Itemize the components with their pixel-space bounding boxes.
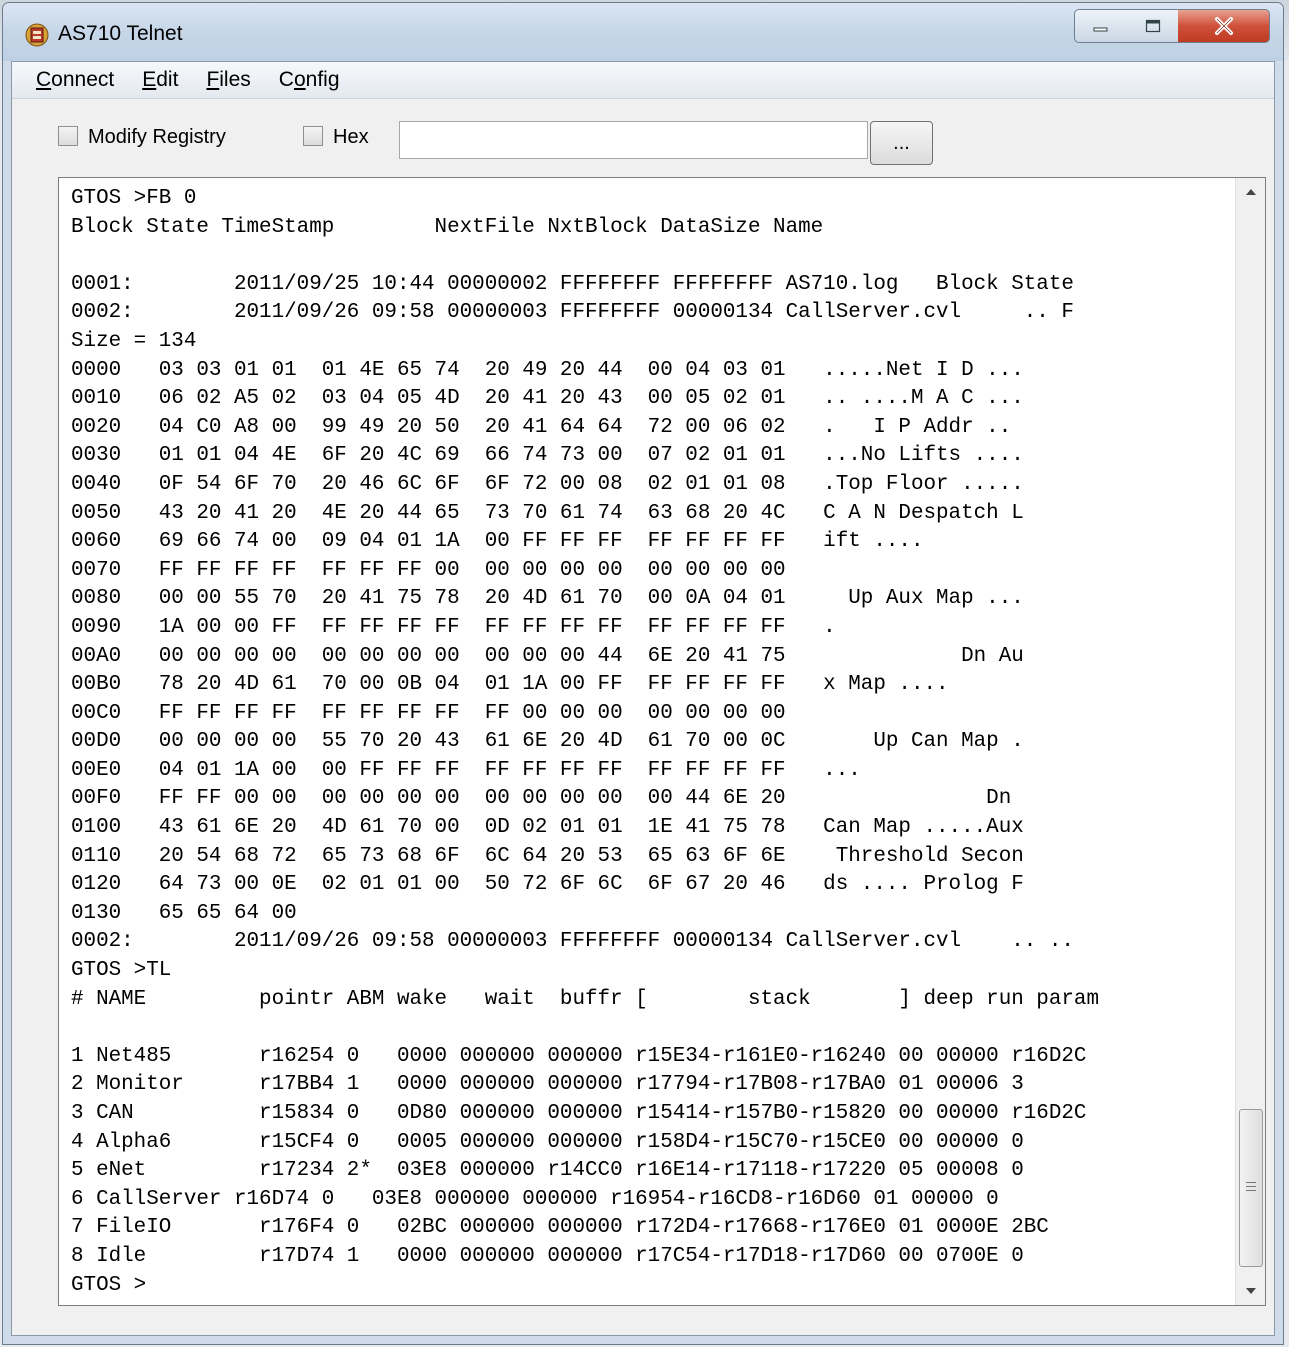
menu-edit[interactable]: Edit [142,68,190,92]
hex-checkbox[interactable] [303,126,323,146]
window-title: AS710 Telnet [58,22,183,45]
maximize-icon [1145,19,1160,33]
terminal-output[interactable]: GTOS >FB 0 Block State TimeStamp NextFil… [58,177,1266,1306]
browse-button[interactable]: ... [870,121,933,165]
menu-connect[interactable]: Connect [36,68,126,92]
app-icon [25,23,49,47]
app-window: AS710 Telnet Connect Edit Files Config M… [2,2,1284,1345]
terminal-text: GTOS >FB 0 Block State TimeStamp NextFil… [71,187,1099,1295]
minimize-icon [1093,27,1108,32]
menu-bar: Connect Edit Files Config [12,62,1274,99]
menu-config[interactable]: Config [279,68,352,92]
close-icon [1214,17,1233,35]
toolbar: Modify Registry Hex ... [12,99,1274,167]
arrow-down-icon [1245,1288,1256,1294]
vertical-scrollbar[interactable] [1235,178,1265,1305]
scrollbar-thumb[interactable] [1239,1109,1263,1267]
arrow-up-icon [1245,189,1256,195]
title-bar[interactable]: AS710 Telnet [3,3,1283,61]
modify-registry-checkbox[interactable] [58,126,78,146]
maximize-button[interactable] [1127,9,1179,43]
hex-input[interactable] [399,121,868,159]
hex-label: Hex [333,126,369,148]
modify-registry-label: Modify Registry [88,126,226,148]
minimize-button[interactable] [1074,9,1128,43]
menu-files[interactable]: Files [206,68,262,92]
close-button[interactable] [1178,9,1270,43]
client-area: Connect Edit Files Config Modify Registr… [11,61,1275,1336]
scroll-up-button[interactable] [1236,178,1265,206]
scroll-down-button[interactable] [1236,1277,1265,1305]
